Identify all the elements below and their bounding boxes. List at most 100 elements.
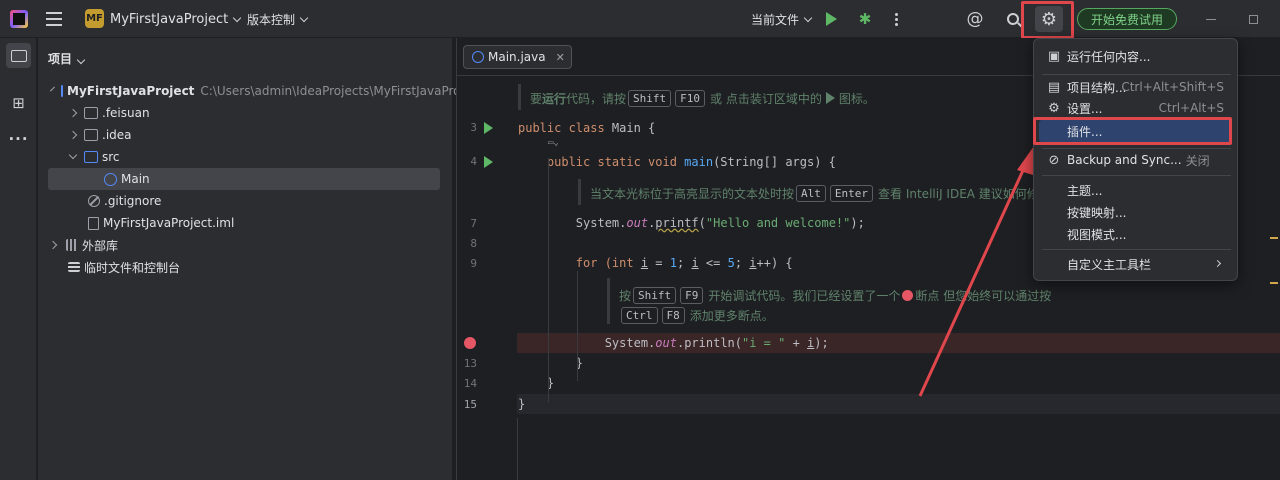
module-folder-icon [61, 85, 63, 97]
code-token: <= [698, 256, 728, 270]
project-panel-title[interactable]: 项目 [48, 50, 86, 67]
code-token: i [749, 256, 757, 270]
close-icon[interactable]: ✕ [556, 51, 565, 64]
line-number: 15 [463, 398, 477, 411]
menu-item-theme[interactable]: 主题... [1039, 179, 1232, 201]
menu-separator [1042, 175, 1231, 176]
line-number: 13 [463, 357, 477, 370]
project-structure-icon: ▤ [1047, 79, 1061, 95]
run-anything-icon: ▣ [1047, 48, 1061, 64]
tree-item-label: Main [121, 172, 150, 186]
code-line-3: public class Main { [518, 118, 655, 138]
tree-item-feisuan[interactable]: .feisuan [48, 102, 440, 124]
code-line-12: System.out.println("i = " + i); [518, 333, 829, 353]
menu-item-customize-toolbar[interactable]: 自定义主工具栏 [1039, 253, 1232, 275]
ai-assistant-icon[interactable]: @ [965, 0, 985, 38]
breakpoint-icon [902, 289, 914, 301]
menu-item-backup-sync[interactable]: ⊘ Backup and Sync... 关闭 [1039, 149, 1232, 171]
menu-separator [1042, 74, 1231, 75]
java-class-icon [472, 51, 484, 63]
menu-separator [1042, 249, 1231, 250]
breakpoint-icon[interactable] [464, 337, 476, 349]
menu-item-project-structure[interactable]: ▤ 项目结构... Ctrl+Alt+Shift+S [1039, 76, 1232, 98]
settings-highlight-box [1021, 1, 1074, 39]
code-token: ); [814, 336, 829, 350]
tab-main-java[interactable]: Main.java ✕ [463, 45, 572, 69]
collapse-arrow-icon [48, 240, 58, 250]
run-icon [826, 12, 837, 26]
scrollbar-warning-marker[interactable] [1270, 282, 1278, 284]
code-token: out [655, 336, 677, 350]
start-trial-button[interactable]: 开始免费试用 [1077, 8, 1178, 30]
run-gutter-icon[interactable] [484, 156, 493, 168]
tree-item-external-libs[interactable]: 外部库 [48, 234, 440, 256]
tree-item-label: src [102, 150, 120, 164]
tree-item-idea[interactable]: .idea [48, 124, 440, 146]
tree-item-label: 外部库 [82, 238, 119, 253]
plugins-highlight-box [1033, 117, 1232, 145]
doc-text: 断点 但您始终可以通过按 [915, 288, 1052, 303]
more-actions-button[interactable] [890, 0, 902, 38]
scratches-icon [68, 262, 80, 272]
run-gutter-icon[interactable] [484, 122, 493, 134]
ignore-file-icon [88, 195, 100, 207]
doc-text: 查看 IntelliJ IDEA 建议如何修 [878, 186, 1039, 201]
doc-text: 代码，请按 [566, 91, 627, 106]
hamburger-menu-icon[interactable] [44, 0, 64, 38]
tree-item-main[interactable]: Main [48, 168, 440, 190]
doc-text: 图标。 [838, 91, 875, 106]
tree-item-src[interactable]: src [48, 146, 440, 168]
kbd-key: Ctrl [621, 306, 658, 324]
menu-item-view-mode[interactable]: 视图模式... [1039, 223, 1232, 245]
inlay-hint-icon[interactable]: ▭⌄ [548, 138, 559, 148]
vcs-menu[interactable]: 版本控制 [247, 0, 309, 38]
code-token: ; [734, 256, 750, 270]
menu-item-keymap[interactable]: 按键映射... [1039, 201, 1232, 223]
intellij-logo-icon[interactable] [10, 10, 28, 28]
doc-text: 当文本光标位于高亮显示的文本处时按 [590, 186, 795, 201]
maximize-button[interactable] [1249, 0, 1259, 38]
structure-tool-button[interactable]: ⊞ [6, 90, 31, 115]
line-number: 9 [470, 257, 477, 270]
tree-item-gitignore[interactable]: .gitignore [48, 190, 440, 212]
project-name: MyFirstJavaProject [110, 11, 229, 27]
menu-item-settings[interactable]: ⚙ 设置... Ctrl+Alt+S [1039, 97, 1232, 119]
expand-arrow-icon [68, 150, 78, 160]
project-badge[interactable]: MF [85, 9, 104, 28]
scrollbar-warning-marker[interactable] [1270, 237, 1278, 239]
project-tool-button[interactable] [6, 43, 31, 68]
doc-text: 开始调试代码。我们已经设置了一个 [708, 288, 901, 303]
line-number: 3 [470, 121, 477, 134]
kbd-key: F9 [680, 286, 704, 304]
tree-item-label: .feisuan [102, 106, 150, 120]
code-token: (String[] args) { [713, 155, 836, 169]
more-horizontal-icon: ··· [8, 129, 29, 148]
code-token: ++) { [756, 256, 793, 270]
tree-item-project-root[interactable]: MyFirstJavaProject C:\Users\admin\IdeaPr… [48, 80, 483, 102]
tree-item-scratches[interactable]: 临时文件和控制台 [48, 256, 440, 278]
run-button[interactable] [826, 0, 842, 38]
structure-icon: ⊞ [12, 93, 25, 112]
tree-item-iml[interactable]: MyFirstJavaProject.iml [48, 212, 440, 234]
indent-guide [577, 271, 578, 381]
tree-item-label: .gitignore [104, 194, 162, 208]
search-button[interactable] [1003, 0, 1023, 38]
doc-text: 按 [619, 288, 632, 303]
menu-item-shortcut: Ctrl+Alt+Shift+S [1121, 80, 1224, 94]
doc-comment-intention: 当文本光标位于高亮显示的文本处时按 Alt Enter 查看 IntelliJ I… [590, 182, 1039, 204]
menu-item-label: 视图模式... [1067, 227, 1127, 242]
project-selector[interactable]: MyFirstJavaProject [110, 0, 242, 38]
minimize-button[interactable] [1206, 0, 1216, 38]
debug-button[interactable]: ✱ [856, 0, 874, 38]
indent-guide [517, 418, 518, 480]
run-config-selector[interactable]: 当前文件 [751, 0, 813, 38]
indent-guide [548, 158, 549, 402]
tree-item-label: MyFirstJavaProject [67, 84, 195, 98]
code-token: + [785, 336, 808, 350]
code-token: .println( [676, 336, 742, 350]
kbd-key: Alt [796, 184, 826, 202]
tool-window-strip: ⊞ ··· [0, 38, 37, 480]
menu-item-run-anything[interactable]: ▣ 运行任何内容... [1039, 45, 1232, 67]
more-tools-button[interactable]: ··· [6, 126, 31, 151]
gear-icon: ⚙ [1048, 100, 1060, 116]
